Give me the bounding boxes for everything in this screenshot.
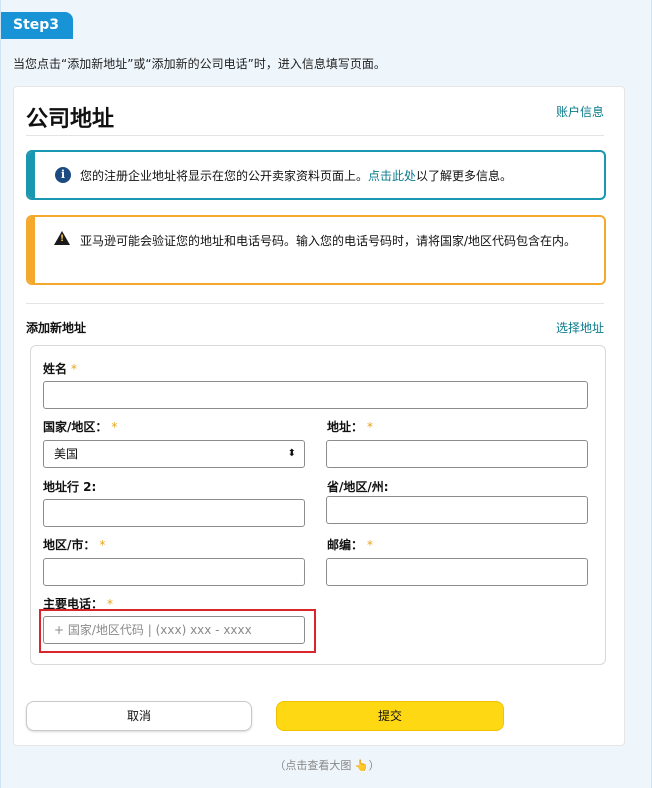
country-label: 国家/地区： * xyxy=(43,420,118,434)
required-mark: * xyxy=(367,420,374,434)
select-arrows-icon: ⬍ xyxy=(287,448,296,459)
image-caption: （点击查看大图 👆） xyxy=(274,759,380,772)
address-form: 姓名 * 国家/地区： * 美国 ⬍ 地址： * 地址行 2: 省/地区/州: 地区/市… xyxy=(30,345,606,665)
warning-icon: ! xyxy=(54,231,70,245)
address-label: 地址： * xyxy=(327,420,374,434)
info-text-after: 以了解更多信息。 xyxy=(416,169,513,183)
address2-input[interactable] xyxy=(43,499,305,527)
name-input[interactable] xyxy=(43,381,588,409)
company-address-card: 公司地址 账户信息 i 您的注册企业地址将显示在您的公开卖家资料页面上。点击此处… xyxy=(13,86,625,746)
phone-placeholder: + 国家/地区代码 | (xxx) xxx - xxxx xyxy=(54,623,252,637)
state-input[interactable] xyxy=(326,496,588,524)
address2-label: 地址行 2: xyxy=(43,480,97,494)
required-mark: * xyxy=(71,362,78,376)
address-input[interactable] xyxy=(326,440,588,468)
info-icon: i xyxy=(55,167,71,183)
city-label: 地区/市： * xyxy=(43,538,106,552)
account-info-link[interactable]: 账户信息 xyxy=(556,103,604,120)
info-text-before: 您的注册企业地址将显示在您的公开卖家资料页面上。 xyxy=(80,169,369,183)
info-alert: i 您的注册企业地址将显示在您的公开卖家资料页面上。点击此处以了解更多信息。 xyxy=(26,150,606,200)
select-address-link[interactable]: 选择地址 xyxy=(556,319,604,336)
state-label: 省/地区/州: xyxy=(327,480,389,494)
page-title: 公司地址 xyxy=(26,107,115,132)
cancel-button[interactable]: 取消 xyxy=(26,701,252,731)
country-select-value: 美国 xyxy=(54,447,79,461)
required-mark: * xyxy=(99,538,106,552)
name-label: 姓名 * xyxy=(43,362,78,376)
warning-alert-text: 亚马逊可能会验证您的地址和电话号码。输入您的电话号码时，请将国家/地区代码包含在… xyxy=(80,234,577,248)
warning-alert: ! 亚马逊可能会验证您的地址和电话号码。输入您的电话号码时，请将国家/地区代码包… xyxy=(26,215,606,285)
divider xyxy=(26,135,604,136)
step-tag: Step3 xyxy=(1,12,73,39)
country-select[interactable]: 美国 ⬍ xyxy=(43,440,305,468)
submit-button[interactable]: 提交 xyxy=(276,701,504,731)
learn-more-link[interactable]: 点击此处 xyxy=(368,169,416,183)
zip-label: 邮编： * xyxy=(327,538,374,552)
screenshot-frame: Step3 当您点击“添加新地址”或“添加新的公司电话”时，进入信息填写页面。 … xyxy=(0,0,652,788)
intro-text: 当您点击“添加新地址”或“添加新的公司电话”时，进入信息填写页面。 xyxy=(13,57,386,71)
required-mark: * xyxy=(111,420,118,434)
divider xyxy=(26,303,604,304)
info-alert-text: 您的注册企业地址将显示在您的公开卖家资料页面上。点击此处以了解更多信息。 xyxy=(80,167,512,184)
section-title: 添加新地址 xyxy=(26,321,87,335)
zip-input[interactable] xyxy=(326,558,588,586)
city-input[interactable] xyxy=(43,558,305,586)
phone-input[interactable]: + 国家/地区代码 | (xxx) xxx - xxxx xyxy=(43,616,305,644)
required-mark: * xyxy=(367,538,374,552)
